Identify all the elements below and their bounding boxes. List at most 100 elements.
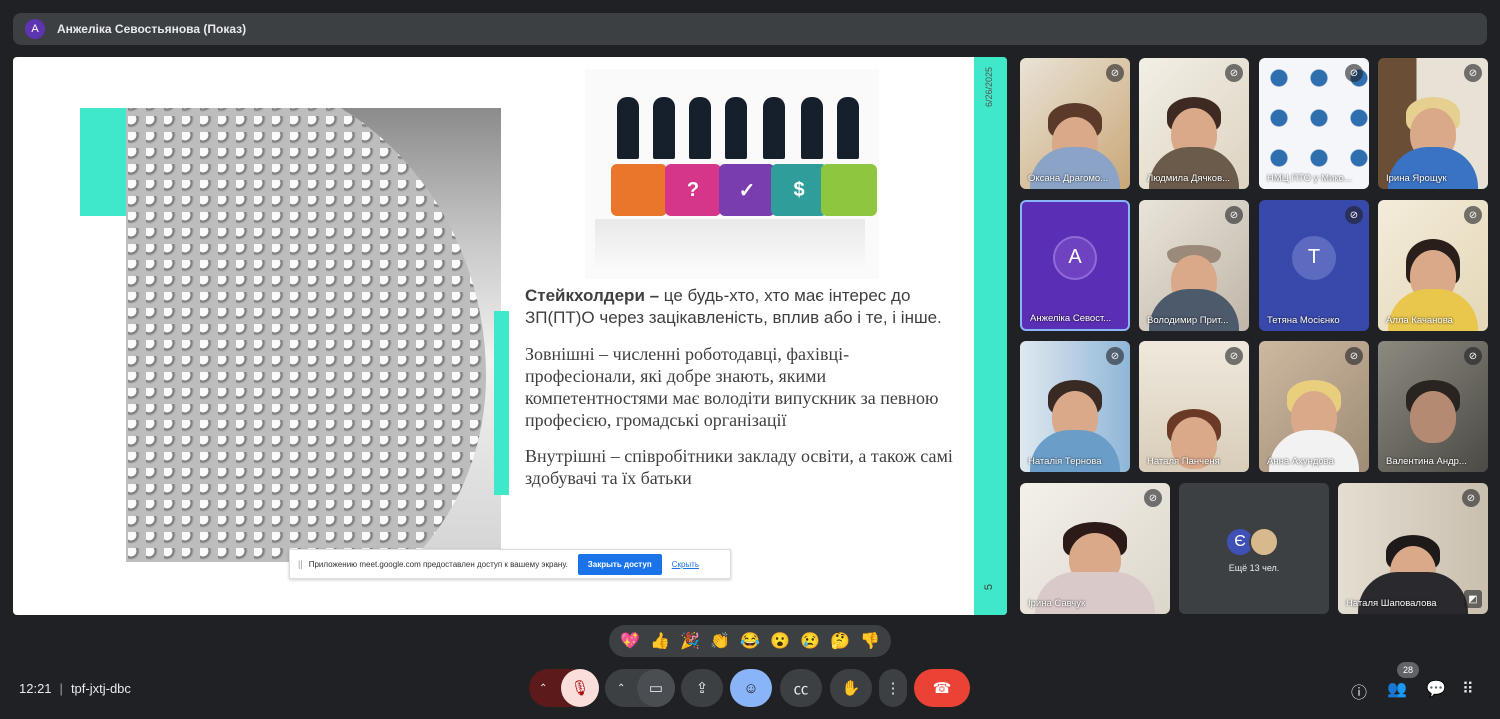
puzzle-piece: ✓ bbox=[719, 164, 775, 216]
mic-off-icon: ⊘ bbox=[1225, 64, 1243, 82]
person-silhouette bbox=[763, 97, 785, 159]
mic-off-icon: ⊘ bbox=[1144, 489, 1162, 507]
reaction-heart[interactable]: 💖 bbox=[620, 631, 640, 651]
puzzle-piece bbox=[611, 164, 667, 216]
activities-icon[interactable]: ⠿ bbox=[1462, 679, 1474, 699]
participant-name: Тетяна Мосієнко bbox=[1267, 315, 1340, 326]
captions-icon[interactable]: ㏄ bbox=[780, 669, 822, 707]
emoji-icon[interactable]: ☺ bbox=[730, 669, 772, 707]
participant-name: Людмила Дячков... bbox=[1147, 173, 1231, 184]
participant-name: Анжеліка Севост... bbox=[1030, 313, 1112, 324]
slide-accent-bar bbox=[494, 311, 509, 495]
slide-puzzle-image: ? ✓ $ bbox=[585, 69, 879, 279]
puzzle-reflection bbox=[595, 219, 865, 269]
avatar-stack: Є bbox=[1225, 527, 1279, 557]
participant-name: Валентина Андр... bbox=[1386, 456, 1467, 467]
slide-text: Стейкхолдери – це будь-хто, хто має інте… bbox=[525, 285, 955, 503]
mic-off-icon[interactable]: 🎙 bbox=[561, 669, 599, 707]
puzzle-piece: ? bbox=[665, 164, 721, 216]
participant-tile[interactable]: ⊘ Наталя Панченя bbox=[1139, 341, 1249, 472]
end-call-icon[interactable]: ☎ bbox=[914, 669, 970, 707]
participant-avatar bbox=[1249, 527, 1279, 557]
participant-avatar: Т bbox=[1292, 235, 1336, 280]
presenter-avatar: А bbox=[25, 19, 45, 39]
participant-tile[interactable]: ⊘ Валентина Андр... bbox=[1378, 341, 1488, 472]
person-silhouette bbox=[653, 97, 675, 159]
mic-off-icon: ⊘ bbox=[1106, 64, 1124, 82]
participant-tile[interactable]: ⊘ Алла Качанова bbox=[1378, 200, 1488, 331]
stop-sharing-button[interactable]: Закрыть доступ bbox=[577, 553, 662, 575]
participant-tile[interactable]: ⊘ Володимир Прит... bbox=[1139, 200, 1249, 331]
participant-name: Оксана Драгомо... bbox=[1028, 173, 1109, 184]
slide-page-number: 5 bbox=[983, 583, 996, 591]
puzzle-piece: $ bbox=[771, 164, 827, 216]
more-participants-label: Ещё 13 чел. bbox=[1228, 563, 1280, 573]
presenter-bar: А Анжеліка Севостьянова (Показ) bbox=[13, 13, 1487, 45]
participant-name: Ірина Ярощук bbox=[1386, 173, 1447, 184]
slide-paragraph-definition: Стейкхолдери – це будь-хто, хто має інте… bbox=[525, 285, 955, 329]
participant-tile[interactable]: ⊘ НМЦ ПТО у Мико... bbox=[1259, 58, 1369, 189]
camera-options-chevron-icon[interactable]: ⌃ bbox=[617, 683, 625, 694]
participant-name: Наталя Шаповалова bbox=[1346, 598, 1437, 609]
presenter-title: Анжеліка Севостьянова (Показ) bbox=[57, 22, 247, 36]
participant-name: Алла Качанова bbox=[1386, 315, 1453, 326]
slide-building-image bbox=[126, 108, 501, 562]
mic-off-icon: ⊘ bbox=[1464, 347, 1482, 365]
participant-name: Анна Ахундова bbox=[1267, 456, 1334, 467]
raise-hand-icon[interactable]: ✋ bbox=[830, 669, 872, 707]
reaction-thumbs-up[interactable]: 👍 bbox=[650, 631, 670, 651]
meeting-info: 12:21 | tpf-jxtj-dbc bbox=[19, 681, 131, 696]
meeting-time: 12:21 bbox=[19, 681, 52, 696]
reaction-laugh[interactable]: 😂 bbox=[740, 631, 760, 651]
person-silhouette bbox=[801, 97, 823, 159]
mic-off-icon: ⊘ bbox=[1345, 206, 1363, 224]
slide-side-strip: 6/26/2025 5 bbox=[974, 57, 1007, 615]
participant-name: Наталія Тернова bbox=[1028, 456, 1102, 467]
share-notice-text: Приложению meet.google.com предоставлен … bbox=[308, 559, 568, 569]
camera-icon[interactable]: ▭ bbox=[637, 669, 675, 707]
participant-tile[interactable]: А Анжеліка Севост... bbox=[1020, 200, 1130, 331]
hide-notice-link[interactable]: Скрыть bbox=[672, 560, 699, 569]
slide-date: 6/26/2025 bbox=[984, 67, 994, 108]
reaction-thinking[interactable]: 🤔 bbox=[830, 631, 850, 651]
chat-icon[interactable]: 💬 bbox=[1426, 679, 1446, 699]
participant-tile[interactable]: ⊘ Наталія Тернова bbox=[1020, 341, 1130, 472]
participant-name: НМЦ ПТО у Мико... bbox=[1267, 173, 1352, 184]
people-icon[interactable]: 👥 bbox=[1387, 679, 1407, 699]
info-icon[interactable]: ⓘ bbox=[1351, 679, 1367, 703]
participant-tile[interactable]: Т ⊘ Тетяна Мосієнко bbox=[1259, 200, 1369, 331]
drag-handle-icon[interactable]: || bbox=[298, 559, 303, 569]
person-silhouette bbox=[617, 97, 639, 159]
slide-paragraph-external: Зовнішні – численні роботодавці, фахівці… bbox=[525, 344, 939, 430]
reaction-surprised[interactable]: 😮 bbox=[770, 631, 790, 651]
mic-off-icon: ⊘ bbox=[1464, 206, 1482, 224]
participant-name: Володимир Прит... bbox=[1147, 315, 1229, 326]
reaction-party[interactable]: 🎉 bbox=[680, 631, 700, 651]
person-silhouette bbox=[689, 97, 711, 159]
screen-share-notice: || Приложению meet.google.com предоставл… bbox=[289, 549, 731, 579]
pip-icon[interactable]: ◩ bbox=[1464, 590, 1482, 608]
mic-off-icon: ⊘ bbox=[1345, 64, 1363, 82]
reaction-clap[interactable]: 👏 bbox=[710, 631, 730, 651]
meeting-code: tpf-jxtj-dbc bbox=[70, 681, 131, 696]
mic-options-chevron-icon[interactable]: ⌃ bbox=[539, 683, 547, 694]
mic-off-icon: ⊘ bbox=[1225, 206, 1243, 224]
present-icon[interactable]: ⇪ bbox=[681, 669, 723, 707]
participant-tile[interactable]: ⊘ Анна Ахундова bbox=[1259, 341, 1369, 472]
reaction-sad[interactable]: 😢 bbox=[800, 631, 820, 651]
puzzle-piece bbox=[821, 164, 877, 216]
person-silhouette bbox=[725, 97, 747, 159]
participant-tile[interactable]: ⊘ Ірина Ярощук bbox=[1378, 58, 1488, 189]
mic-off-icon: ⊘ bbox=[1225, 347, 1243, 365]
reaction-thumbs-down[interactable]: 👎 bbox=[860, 631, 880, 651]
more-participants-tile[interactable]: Є Ещё 13 чел. bbox=[1179, 483, 1329, 614]
participant-avatar: А bbox=[1053, 235, 1097, 280]
participant-tile[interactable]: ⊘ Людмила Дячков... bbox=[1139, 58, 1249, 189]
presentation-view: ? ✓ $ Стейкхолдери – це будь-хто, хто ма… bbox=[13, 57, 1007, 615]
participant-tile[interactable]: ⊘ ◩ Наталя Шаповалова bbox=[1338, 483, 1488, 614]
mic-off-icon: ⊘ bbox=[1345, 347, 1363, 365]
participant-tile[interactable]: ⊘ Оксана Драгомо... bbox=[1020, 58, 1130, 189]
participant-tile[interactable]: ⊘ Ірина Савчук bbox=[1020, 483, 1170, 614]
more-options-icon[interactable]: ⋮ bbox=[879, 669, 907, 707]
reactions-bar: 💖 👍 🎉 👏 😂 😮 😢 🤔 👎 bbox=[609, 625, 891, 657]
